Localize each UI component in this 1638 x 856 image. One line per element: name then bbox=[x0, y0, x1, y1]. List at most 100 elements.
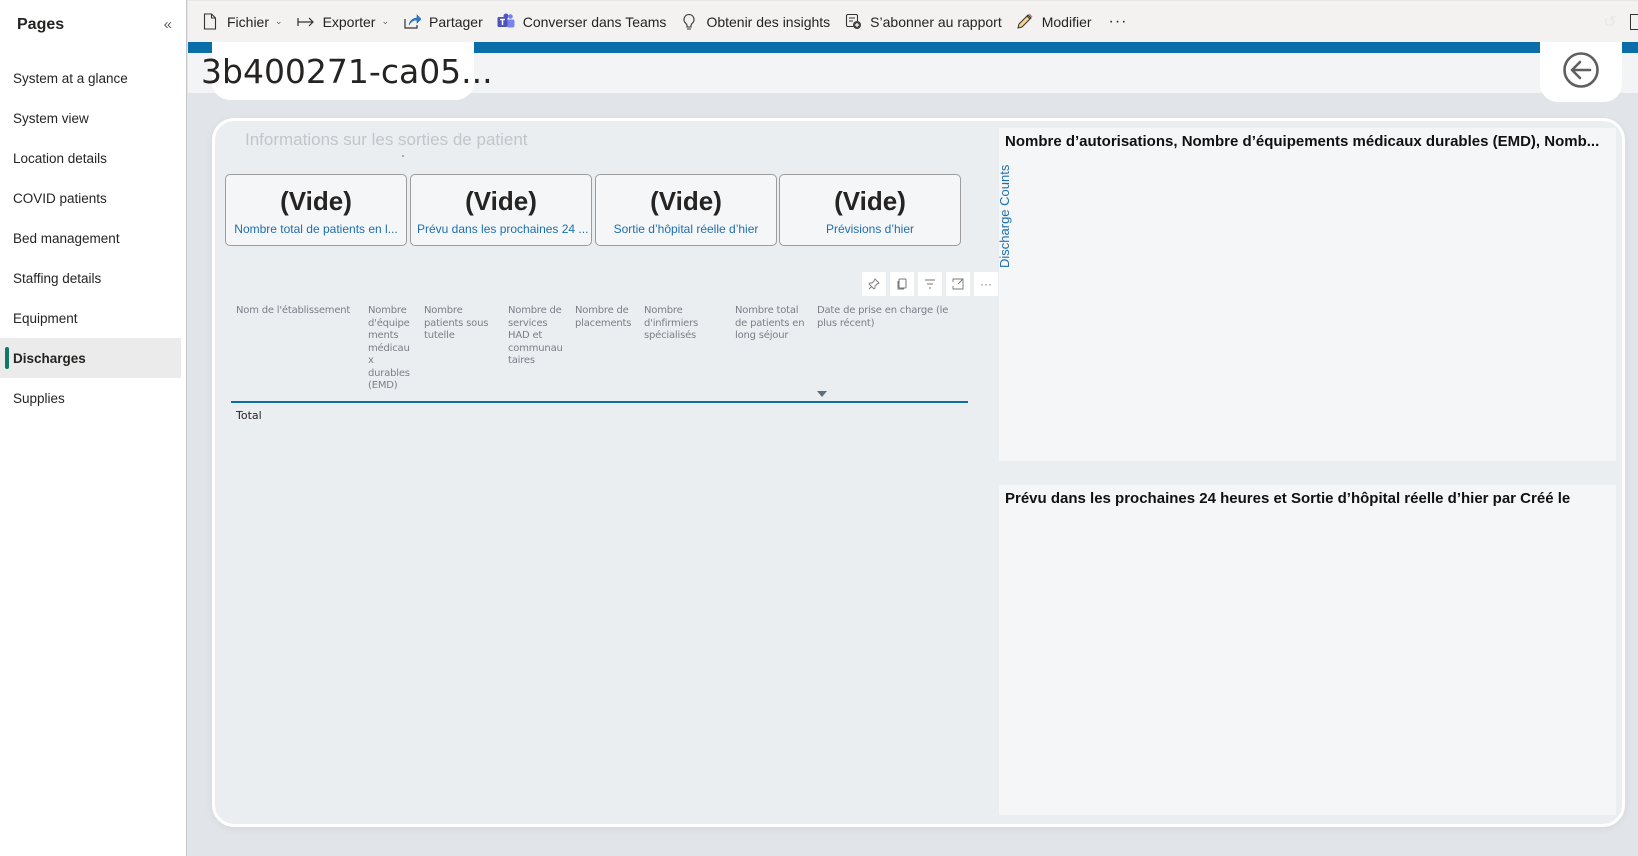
sidebar-item-equipment[interactable]: Equipment bbox=[0, 298, 181, 338]
undo-icon[interactable]: ↺ bbox=[1596, 12, 1624, 32]
subscribe-label: S’abonner au rapport bbox=[870, 13, 1002, 30]
file-label: Fichier bbox=[227, 13, 270, 30]
column-header[interactable]: Nombre de services HAD et communau taires bbox=[508, 305, 563, 368]
back-button[interactable] bbox=[1540, 42, 1622, 102]
sidebar-item-system-view[interactable]: System view bbox=[0, 98, 181, 138]
toolbar: Fichier ⌄ Exporter ⌄ Partager Converser … bbox=[188, 0, 1638, 42]
subscribe-icon bbox=[844, 13, 862, 31]
sidebar-item-label: System at a glance bbox=[13, 70, 128, 86]
kpi-card-total-patients[interactable]: (Vide) Nombre total de patients en l... bbox=[225, 174, 407, 246]
toolbar-right: ↺ bbox=[1596, 1, 1638, 43]
sidebar-item-supplies[interactable]: Supplies bbox=[0, 378, 181, 418]
kpi-label: Prévisions d’hier bbox=[825, 222, 915, 236]
lightbulb-icon bbox=[680, 13, 698, 31]
kpi-value: (Vide) bbox=[465, 186, 537, 216]
sidebar-item-label: COVID patients bbox=[13, 190, 107, 206]
sidebar-item-label: Discharges bbox=[13, 350, 86, 366]
column-header-line: Date de prise en charge (le bbox=[817, 305, 949, 316]
column-header-line: Nombre bbox=[424, 305, 463, 316]
column-header-line: HAD et bbox=[508, 330, 543, 341]
sidebar-item-system-at-a-glance[interactable]: System at a glance bbox=[0, 58, 181, 98]
share-button[interactable]: Partager bbox=[396, 6, 490, 38]
column-header[interactable]: Nombre patients sous tutelle bbox=[424, 305, 488, 343]
chevron-down-icon: ⌄ bbox=[275, 16, 283, 26]
decorative-dot bbox=[402, 155, 404, 157]
column-header-line: plus récent) bbox=[817, 317, 875, 329]
kpi-card-forecast-yesterday[interactable]: (Vide) Prévisions d’hier bbox=[779, 174, 961, 246]
column-header-line: long séjour bbox=[735, 330, 789, 341]
insights-button[interactable]: Obtenir des insights bbox=[673, 6, 837, 38]
insights-label: Obtenir des insights bbox=[706, 13, 831, 30]
kpi-card-next-24h[interactable]: (Vide) Prévu dans les prochaines 24 ... bbox=[410, 174, 592, 246]
sidebar-item-label: Staffing details bbox=[13, 270, 102, 286]
column-header-line: services bbox=[508, 317, 548, 329]
column-header[interactable]: Nombre total de patients en long séjour bbox=[735, 305, 805, 343]
visual-header-toolbar: ··· bbox=[862, 272, 998, 296]
share-icon bbox=[403, 13, 422, 31]
kpi-label: Prévu dans les prochaines 24 ... bbox=[417, 222, 589, 236]
pencil-icon bbox=[1016, 13, 1034, 31]
y-axis-label: Discharge Counts bbox=[997, 164, 1012, 268]
panel-toggle-icon[interactable] bbox=[1630, 14, 1638, 30]
chevron-down-icon: ⌄ bbox=[381, 16, 390, 26]
double-chevron-left-icon[interactable]: « bbox=[164, 16, 172, 33]
kpi-label: Nombre total de patients en l... bbox=[234, 222, 398, 236]
pin-icon[interactable] bbox=[862, 272, 886, 296]
sidebar-header: Pages « bbox=[0, 0, 186, 48]
column-header[interactable]: Date de prise en charge (le plus récent) bbox=[817, 305, 948, 330]
more-options-icon[interactable]: ··· bbox=[974, 272, 998, 296]
section-title: Informations sur les sorties de patient bbox=[245, 130, 528, 149]
sort-descending-icon[interactable] bbox=[817, 391, 827, 397]
sidebar-item-location-details[interactable]: Location details bbox=[0, 138, 181, 178]
column-header[interactable]: Nom de l'établissement bbox=[236, 305, 350, 318]
sidebar-item-label: System view bbox=[13, 110, 89, 126]
column-header-line: Nom de l'établissement bbox=[236, 305, 351, 316]
forecast-vs-actual-chart[interactable]: Prévu dans les prochaines 24 heures et S… bbox=[999, 485, 1616, 815]
kpi-card-actual-yesterday[interactable]: (Vide) Sortie d’hôpital réelle d’hier bbox=[595, 174, 777, 246]
total-row-label: Total bbox=[236, 409, 262, 422]
column-header-line: Nombre bbox=[368, 305, 407, 316]
column-header-line: Nombre bbox=[644, 305, 683, 316]
focus-mode-icon[interactable] bbox=[946, 272, 970, 296]
column-header-line: d'infirmiers bbox=[644, 317, 699, 329]
more-options-button[interactable]: ··· bbox=[1099, 13, 1138, 31]
column-header-line: Nombre de bbox=[508, 305, 562, 316]
sidebar-item-bed-management[interactable]: Bed management bbox=[0, 218, 181, 258]
copy-icon[interactable] bbox=[890, 272, 914, 296]
sidebar-item-label: Supplies bbox=[13, 390, 65, 406]
column-header-line: Nombre de bbox=[575, 305, 629, 316]
pages-sidebar: Pages « System at a glance System view Loc… bbox=[0, 0, 187, 856]
sidebar-item-covid-patients[interactable]: COVID patients bbox=[0, 178, 181, 218]
column-header-line: tutelle bbox=[424, 330, 455, 341]
column-header[interactable]: Nombre de placements bbox=[575, 305, 631, 330]
column-header-line: de patients en bbox=[735, 317, 805, 329]
column-header-line: x bbox=[368, 355, 374, 366]
document-icon bbox=[201, 13, 219, 31]
column-header-line: d'équipe bbox=[368, 317, 410, 329]
kpi-value: (Vide) bbox=[834, 186, 906, 216]
export-arrow-icon bbox=[296, 13, 315, 31]
edit-label: Modifier bbox=[1041, 13, 1092, 30]
kpi-value: (Vide) bbox=[650, 186, 722, 216]
export-menu-button[interactable]: Exporter ⌄ bbox=[290, 6, 396, 38]
teams-label: Converser dans Teams bbox=[522, 13, 667, 30]
sidebar-item-label: Bed management bbox=[13, 230, 120, 246]
share-label: Partager bbox=[429, 13, 483, 30]
discharge-counts-chart[interactable]: Nombre d’autorisations, Nombre d’équipem… bbox=[997, 128, 1616, 461]
filter-icon[interactable] bbox=[918, 272, 942, 296]
file-menu-button[interactable]: Fichier ⌄ bbox=[194, 6, 290, 38]
subscribe-button[interactable]: S’abonner au rapport bbox=[837, 6, 1009, 38]
report-title: 3b400271-ca05... bbox=[201, 52, 493, 91]
teams-chat-button[interactable]: Converser dans Teams bbox=[490, 6, 674, 38]
column-header[interactable]: Nombre d'infirmiers spécialisés bbox=[644, 305, 698, 343]
edit-button[interactable]: Modifier bbox=[1009, 6, 1099, 38]
sidebar-item-staffing-details[interactable]: Staffing details bbox=[0, 258, 181, 298]
chart-title: Prévu dans les prochaines 24 heures et S… bbox=[1005, 490, 1571, 507]
sidebar-title: Pages bbox=[17, 16, 65, 33]
column-header-line: (EMD) bbox=[368, 380, 398, 391]
sidebar-item-discharges[interactable]: Discharges bbox=[0, 338, 181, 378]
back-arrow-icon bbox=[1562, 51, 1600, 94]
column-header-line: taires bbox=[508, 355, 535, 366]
column-header-line: durables bbox=[368, 367, 410, 379]
column-header[interactable]: Nombre d'équipe ments médicau x durables (EMD) bbox=[368, 305, 410, 393]
